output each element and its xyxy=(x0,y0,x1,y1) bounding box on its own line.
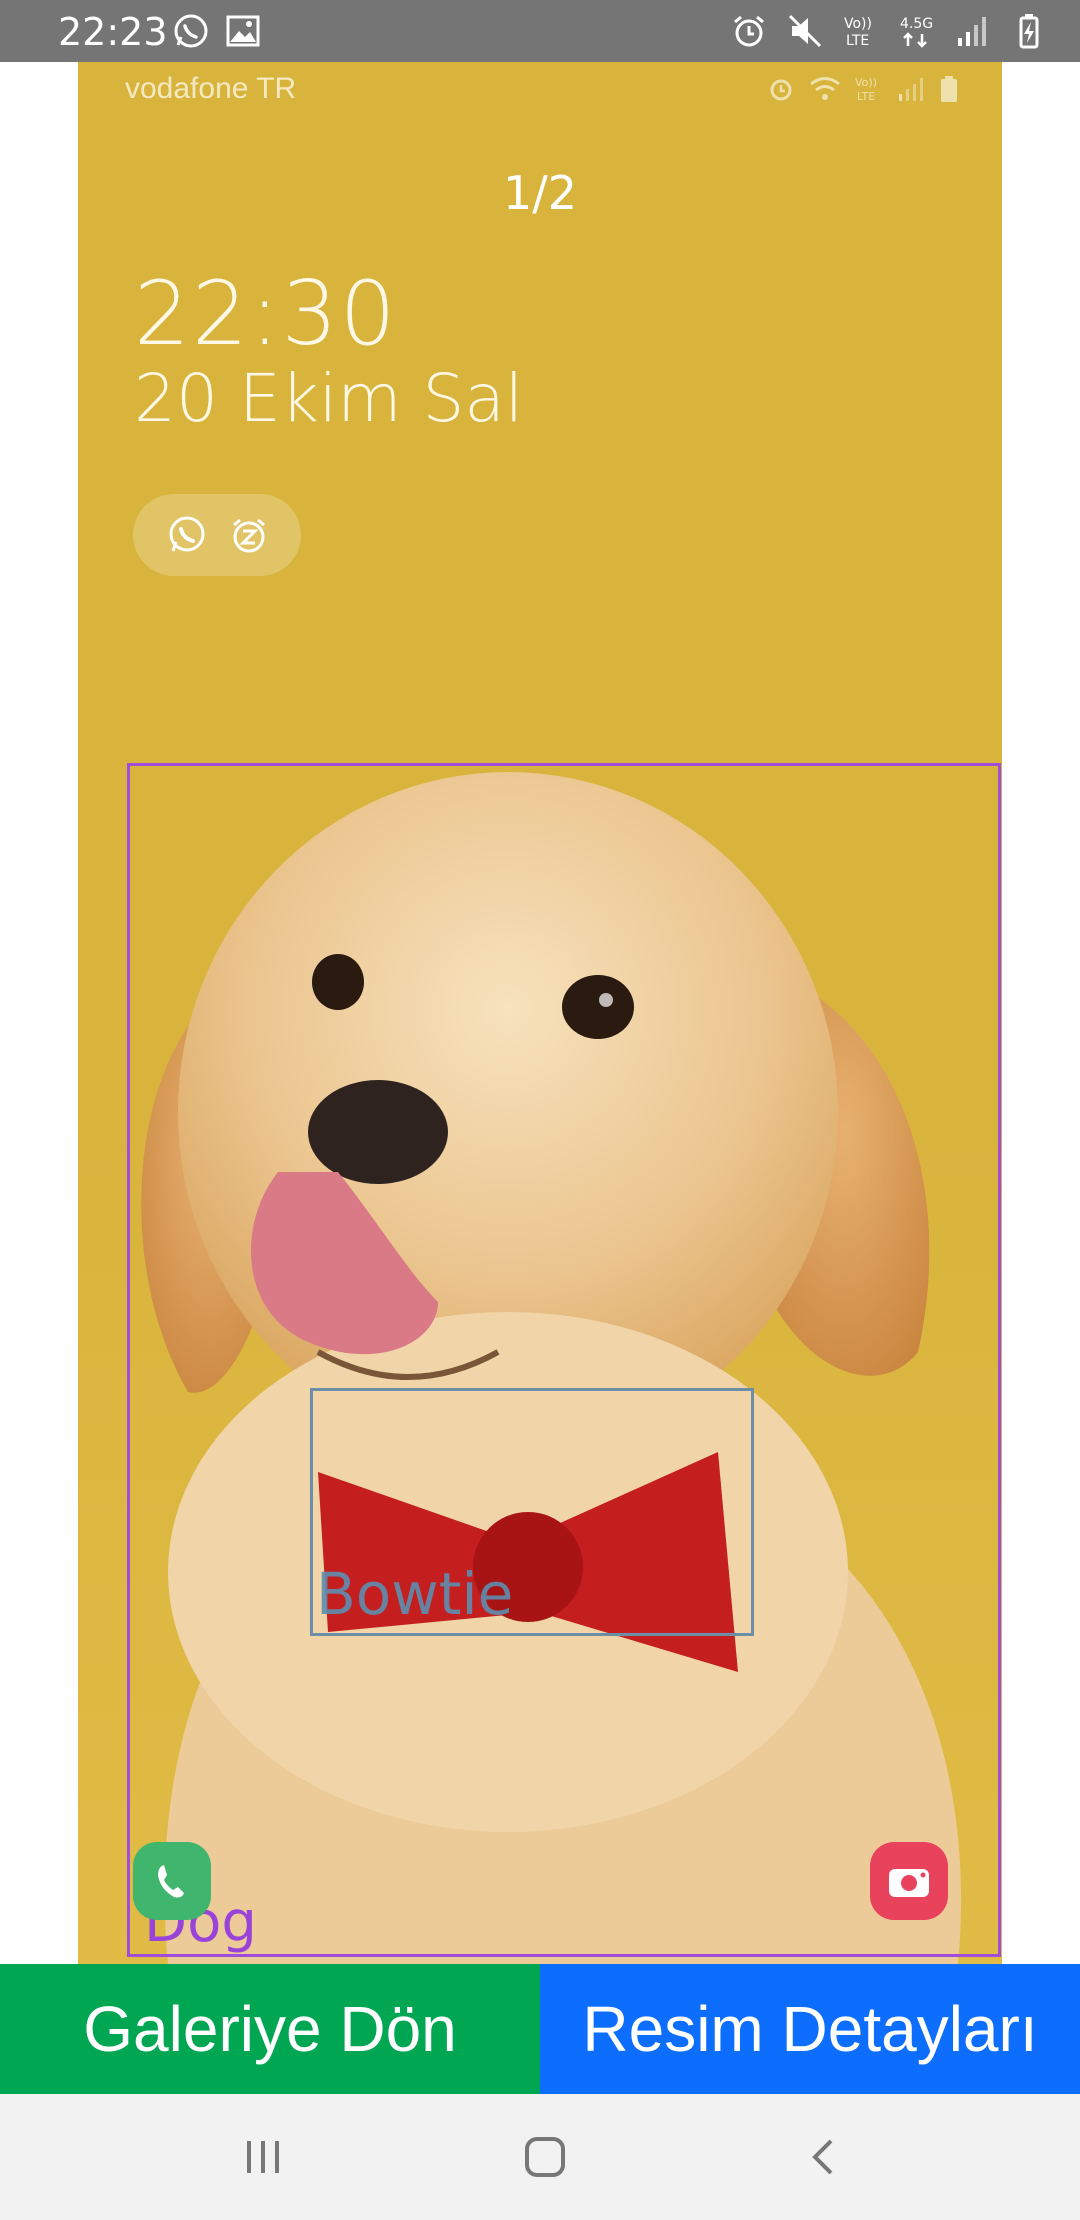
signal-icon xyxy=(899,78,923,101)
alarm-icon xyxy=(734,15,764,47)
phone-icon xyxy=(158,1865,184,1898)
home-icon xyxy=(525,2137,565,2177)
network-4.5g-icon: 4.5G xyxy=(900,16,933,48)
whatsapp-icon xyxy=(174,14,208,48)
status-bar: 22:23 Vo)) LTE 4.5G xyxy=(0,0,1080,62)
wifi-icon xyxy=(810,77,840,100)
carrier-name: vodafone TR xyxy=(125,72,297,105)
whatsapp-icon xyxy=(169,516,205,552)
volte-icon: Vo)) LTE xyxy=(844,16,872,49)
volte-bottom: LTE xyxy=(846,33,869,49)
status-right-icons: Vo)) LTE 4.5G xyxy=(730,12,1048,50)
mute-icon xyxy=(788,14,822,48)
volte-top: Vo)) xyxy=(844,16,872,32)
back-button[interactable] xyxy=(790,2122,860,2192)
battery-icon xyxy=(941,76,957,102)
detection-box-dog xyxy=(127,763,1001,1957)
back-icon xyxy=(812,2139,833,2175)
page-counter: 1/2 xyxy=(502,166,578,220)
camera-icon xyxy=(889,1869,929,1897)
notification-pill xyxy=(133,494,301,576)
recents-icon xyxy=(247,2141,279,2173)
home-button[interactable] xyxy=(510,2122,580,2192)
signal-icon xyxy=(958,17,986,46)
svg-text:LTE: LTE xyxy=(857,90,875,103)
alarm-snooze-icon xyxy=(233,518,265,553)
svg-text:Vo)): Vo)) xyxy=(855,76,877,89)
network-text: 4.5G xyxy=(900,16,933,32)
status-time: 22:23 xyxy=(58,10,168,54)
image-icon xyxy=(226,15,260,47)
recents-button[interactable] xyxy=(228,2122,298,2192)
volte-icon: Vo)) LTE xyxy=(855,76,877,103)
lockscreen-status-icons: Vo)) LTE xyxy=(766,74,960,104)
lockscreen-date: 20 Ekim Sal xyxy=(134,360,524,437)
back-to-gallery-button[interactable]: Galeriye Dön xyxy=(0,1964,540,2094)
phone-shortcut-icon xyxy=(133,1842,211,1920)
navigation-bar xyxy=(0,2094,1080,2220)
lockscreen-clock: 22:30 xyxy=(134,262,398,365)
battery-charging-icon xyxy=(1019,14,1039,49)
camera-shortcut-icon xyxy=(870,1842,948,1920)
alarm-icon xyxy=(770,79,792,101)
status-left-icons xyxy=(172,12,262,50)
detection-label-bowtie: Bowtie xyxy=(316,1560,514,1628)
image-details-button[interactable]: Resim Detayları xyxy=(540,1964,1080,2094)
